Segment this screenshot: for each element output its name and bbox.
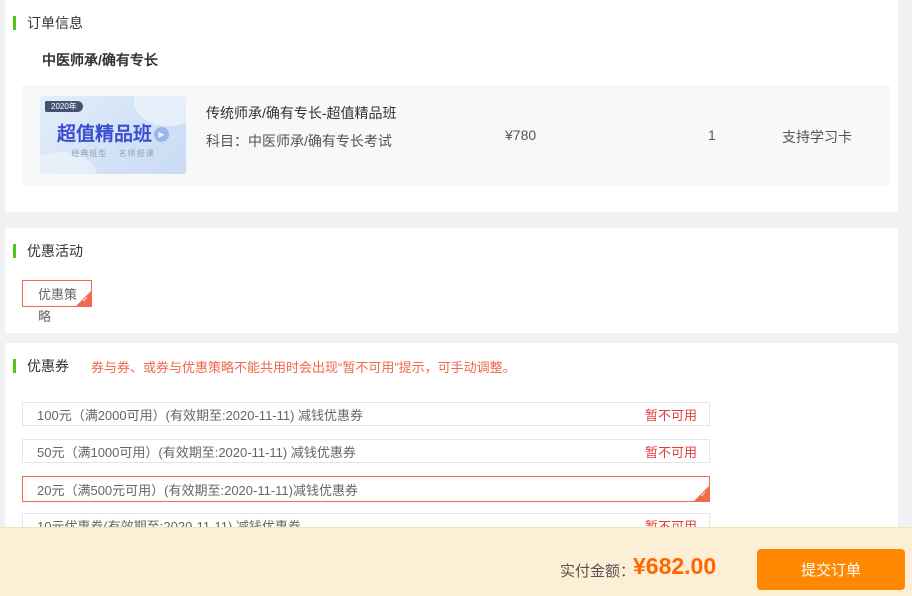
promotions-header: 优惠活动 [5, 228, 898, 261]
selected-check-icon: ✓ [76, 291, 91, 306]
order-info-header: 订单信息 [5, 0, 898, 33]
coupon-label: 50元（满1000可用）(有效期至:2020-11-11) 减钱优惠券 [37, 444, 356, 460]
coupons-title: 优惠券 [27, 358, 69, 374]
order-info-card: 订单信息 中医师承/确有专长 2020年 超值精品班 ▶ 经典班型 名师授课 传统… [5, 0, 898, 212]
payable-amount: ¥682.00 [633, 553, 717, 579]
section-marker [13, 16, 16, 30]
payable-label: 实付金额： [560, 563, 636, 580]
product-subject: 科目：中医师承/确有专长考试 [206, 133, 392, 149]
thumb-subtitle: 经典班型 名师授课 [71, 149, 155, 158]
section-marker [13, 244, 16, 258]
check-icon: ✓ [82, 295, 89, 304]
product-price: ¥780 [505, 127, 537, 143]
selected-check-icon: ✓ [694, 486, 709, 501]
promotions-card: 优惠活动 优惠策略 ✓ [5, 228, 898, 333]
study-card-support-label: 支持学习卡 [782, 129, 852, 145]
product-quantity: 1 [708, 127, 716, 143]
coupon-unavailable-badge: 暂不可用 [644, 444, 697, 460]
year-badge: 2020年 [45, 101, 83, 112]
product-thumbnail[interactable]: 2020年 超值精品班 ▶ 经典班型 名师授课 [40, 96, 186, 174]
order-info-title: 订单信息 [27, 15, 83, 31]
thumb-title-text: 超值精品班 [56, 124, 152, 145]
coupon-label: 100元（满2000可用）(有效期至:2020-11-11) 减钱优惠券 [37, 407, 364, 423]
check-icon: ✓ [700, 490, 707, 499]
thumb-title: 超值精品班 ▶ [40, 119, 186, 146]
product-info: 传统师承/确有专长-超值精品班 科目：中医师承/确有专长考试 [206, 96, 397, 174]
play-icon: ▶ [154, 127, 169, 143]
section-marker [13, 359, 16, 373]
promo-policy-option[interactable]: 优惠策略 ✓ [22, 280, 92, 324]
coupon-label: 20元（满500元可用）(有效期至:2020-11-11)减钱优惠券 [37, 482, 358, 498]
promo-policy-label: 优惠策略 [38, 287, 78, 324]
coupons-notice: 券与券、或券与优惠策略不能共用时会出现“暂不可用”提示，可手动调整。 [91, 359, 516, 375]
coupons-header: 优惠券 券与券、或券与优惠策略不能共用时会出现“暂不可用”提示，可手动调整。 [5, 343, 898, 376]
product-name: 传统师承/确有专长-超值精品班 [206, 105, 397, 121]
coupon-row-50[interactable]: 50元（满1000可用）(有效期至:2020-11-11) 减钱优惠券 暂不可用 [22, 439, 710, 463]
coupon-row-100[interactable]: 100元（满2000可用）(有效期至:2020-11-11) 减钱优惠券 暂不可… [22, 402, 710, 426]
coupon-unavailable-badge: 暂不可用 [644, 407, 697, 423]
product-row: 2020年 超值精品班 ▶ 经典班型 名师授课 传统师承/确有专长-超值精品班 科… [22, 85, 890, 185]
promotions-title: 优惠活动 [27, 243, 83, 259]
product-group-title: 中医师承/确有专长 [42, 52, 158, 68]
coupon-row-20-selected[interactable]: 20元（满500元可用）(有效期至:2020-11-11)减钱优惠券 ✓ [22, 476, 710, 502]
submit-order-button[interactable]: 提交订单 [757, 549, 905, 590]
